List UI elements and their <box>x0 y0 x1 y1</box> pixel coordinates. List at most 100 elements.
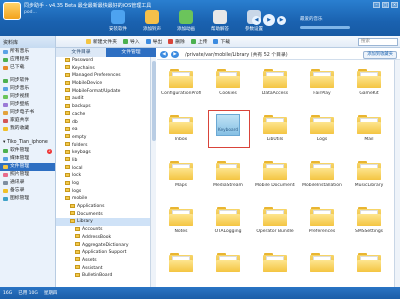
back-icon[interactable]: ◀ <box>160 50 168 58</box>
sidebar-item-downloads[interactable]: 已下载 <box>0 64 55 72</box>
sidebar-item-sync-apps[interactable]: 同步软件 <box>0 77 55 85</box>
sidebar-item-photo-manage[interactable]: 照片管理 <box>0 171 55 179</box>
maximize-icon[interactable]: □ <box>382 2 389 8</box>
folder-item[interactable]: GameKit <box>349 64 389 98</box>
add-favorite-button[interactable]: 添加到收藏夹 <box>363 50 397 59</box>
sidebar-item-sync-video[interactable]: 同步视频 <box>0 93 55 101</box>
tree-item[interactable]: keybags <box>56 149 155 157</box>
tree-item[interactable]: Password <box>56 57 155 65</box>
folder-item[interactable]: MobileInstallation <box>302 156 342 190</box>
help-button[interactable]: 帮助解答 <box>207 10 233 32</box>
upload-button[interactable]: 上传 <box>190 38 207 45</box>
folder-item[interactable]: Logs <box>302 110 342 144</box>
search-input[interactable]: 搜索 <box>358 38 398 46</box>
sidebar-item-home-share[interactable]: 家庭共享 <box>0 117 55 125</box>
folder-item[interactable]: Preferences <box>302 202 342 236</box>
delete-button[interactable]: 删除 <box>168 38 185 45</box>
tree-item[interactable]: cache <box>56 111 155 119</box>
folder-item[interactable]: OTALogging <box>208 202 248 236</box>
folder-item[interactable]: Notes <box>161 202 201 236</box>
folder-item[interactable] <box>349 248 389 282</box>
folder-item[interactable]: SMSSettings <box>349 202 389 236</box>
sidebar-item-sync-wallpaper[interactable]: 同步壁纸 <box>0 101 55 109</box>
tree-item[interactable]: folders <box>56 142 155 150</box>
tree-item[interactable]: Accounts <box>56 226 155 234</box>
folder-item[interactable]: Mail <box>349 110 389 144</box>
tree-item[interactable]: Library <box>56 218 155 227</box>
folder-item[interactable]: LibUtils <box>255 110 295 144</box>
tree-item[interactable]: db <box>56 119 155 127</box>
tree-item[interactable]: Managed Preferences <box>56 72 155 80</box>
sidebar-item-contacts[interactable]: 通讯录 <box>0 179 55 187</box>
folder-item[interactable] <box>255 248 295 282</box>
export-button[interactable]: 导出 <box>145 38 162 45</box>
tree-item[interactable]: Assets <box>56 257 155 265</box>
folder-item[interactable]: Inbox <box>161 110 201 144</box>
sidebar-item-file-manage[interactable]: 文件管理 <box>0 163 55 171</box>
folder-item[interactable]: FairPlay <box>302 64 342 98</box>
new-folder-button[interactable]: 新建文件夹 <box>86 38 117 45</box>
install-button[interactable]: 安装软件 <box>105 10 131 32</box>
sidebar-item-apps[interactable]: 应用程序 <box>0 56 55 64</box>
grid-scrollbar[interactable] <box>394 60 400 287</box>
add-video-button[interactable]: 添加动画 <box>173 10 199 32</box>
tree-item[interactable]: logs <box>56 188 155 196</box>
add-ringtone-button[interactable]: 添加铃声 <box>139 10 165 32</box>
close-icon[interactable]: × <box>391 2 398 8</box>
tab-directory[interactable]: 文件目录 <box>56 48 106 57</box>
device-header[interactable]: ▾ Tiko_Tian_iphone <box>0 138 55 147</box>
sidebar-item-notes[interactable]: 备忘录 <box>0 187 55 195</box>
sidebar-item-media-manage[interactable]: 媒体管理 <box>0 155 55 163</box>
tree-item[interactable]: BulletinBoard <box>56 272 155 280</box>
prev-icon[interactable]: ◀ <box>252 15 261 25</box>
sidebar-item-app-manage[interactable]: 软件管理 2 <box>0 147 55 155</box>
tree-item[interactable]: lock <box>56 172 155 180</box>
minimize-icon[interactable]: – <box>373 2 380 8</box>
tree-item[interactable]: lib <box>56 157 155 165</box>
sidebar-item-sync-books[interactable]: 同步电子书 <box>0 109 55 117</box>
tree-scrollbar[interactable] <box>150 57 156 287</box>
folder-item[interactable]: MusicLibrary <box>349 156 389 190</box>
tree-item[interactable]: MobileDevice <box>56 80 155 88</box>
folder-item[interactable] <box>208 248 248 282</box>
play-icon[interactable]: ▶ <box>263 14 275 26</box>
volume-slider[interactable] <box>300 26 350 29</box>
sidebar-item-favorites[interactable]: 我的收藏 <box>0 125 55 133</box>
sidebar-item-sync-music[interactable]: 同步音乐 <box>0 85 55 93</box>
next-icon[interactable]: ▶ <box>277 15 286 25</box>
tree-item[interactable]: AddressBook <box>56 234 155 242</box>
folder-item[interactable]: ConfigurationProfiles <box>161 64 201 98</box>
tree-item[interactable]: mobile <box>56 195 155 203</box>
folder-item[interactable]: DataAccess <box>255 64 295 98</box>
tree-item[interactable]: Applications <box>56 203 155 211</box>
tree-item[interactable]: MobileFormat/Update <box>56 88 155 96</box>
folder-item[interactable]: Maps <box>161 156 201 190</box>
scroll-thumb[interactable] <box>152 61 156 141</box>
tree-item[interactable]: ea <box>56 126 155 134</box>
tab-file-manage[interactable]: 文件管理 <box>106 48 156 57</box>
folder-icon <box>216 253 240 272</box>
tree-item[interactable]: Documents <box>56 211 155 219</box>
folder-item[interactable]: MediaStream <box>208 156 248 190</box>
tree-item[interactable]: Keychains <box>56 65 155 73</box>
tree-item[interactable]: local <box>56 165 155 173</box>
sidebar-item-icon-manage[interactable]: 图标管理 <box>0 195 55 203</box>
tree-item[interactable]: empty <box>56 134 155 142</box>
tree-item[interactable]: AggregateDictionary <box>56 242 155 250</box>
folder-item[interactable]: Keyboard <box>208 110 250 148</box>
tree-item[interactable]: audit <box>56 95 155 103</box>
folder-item[interactable] <box>161 248 201 282</box>
folder-icon <box>357 69 381 88</box>
forward-icon[interactable]: ▶ <box>171 50 179 58</box>
folder-item[interactable]: Operator Bundle <box>255 202 295 236</box>
folder-item[interactable] <box>302 248 342 282</box>
tree-item[interactable]: Application Support <box>56 249 155 257</box>
download-button[interactable]: 下载 <box>213 38 230 45</box>
tree-item[interactable]: log <box>56 180 155 188</box>
sidebar-item-music[interactable]: 所有音乐 <box>0 48 55 56</box>
folder-item[interactable]: Cookies <box>208 64 248 98</box>
folder-item[interactable]: Mobile Documents <box>255 156 295 190</box>
tree-item[interactable]: backups <box>56 103 155 111</box>
import-button[interactable]: 导入 <box>123 38 140 45</box>
tree-item[interactable]: Assistant <box>56 265 155 273</box>
